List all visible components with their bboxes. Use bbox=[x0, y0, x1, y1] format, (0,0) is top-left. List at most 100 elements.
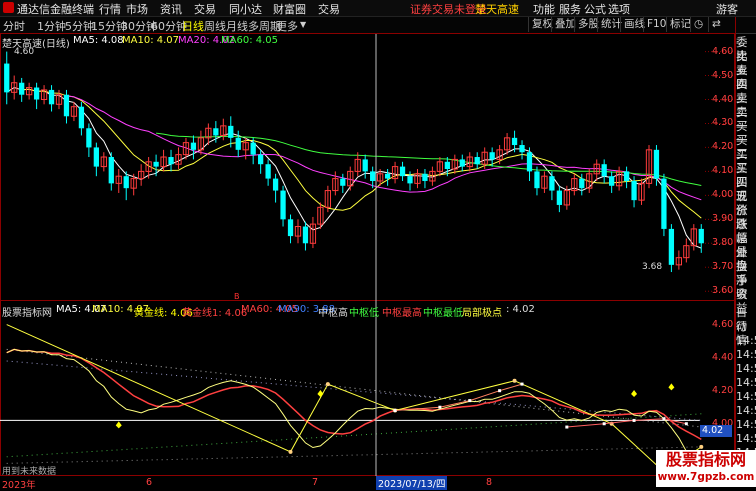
pivot-mark bbox=[438, 405, 442, 409]
candle-body bbox=[19, 82, 25, 95]
date-axis-month-6: 6 bbox=[146, 477, 153, 488]
candle-body bbox=[190, 142, 197, 150]
ticks-panel-label: 14:5 bbox=[736, 376, 756, 389]
ticks-panel-label: 14:5 bbox=[736, 418, 756, 431]
candle-body bbox=[668, 228, 675, 265]
candle-body bbox=[526, 152, 533, 172]
candle-body bbox=[4, 63, 10, 93]
ticks-panel-label: 14:5 bbox=[736, 362, 756, 375]
lower-current-tag: 4.02 bbox=[700, 425, 732, 437]
candle-body bbox=[265, 164, 271, 179]
candle-body bbox=[519, 145, 525, 153]
candle-body bbox=[168, 157, 174, 165]
candle-body bbox=[86, 128, 92, 148]
low-price-label: 3.68 bbox=[642, 262, 663, 272]
lower-legend-zs-min: 中枢最低 bbox=[423, 308, 463, 319]
candle-body bbox=[280, 190, 286, 220]
candle-body bbox=[153, 161, 159, 167]
candle-body bbox=[228, 125, 234, 138]
local-extreme-point bbox=[512, 378, 517, 383]
candle-body bbox=[407, 176, 413, 184]
future-data-note: 用到未来数据 bbox=[2, 467, 57, 477]
upper-axis-label: 4.00 bbox=[712, 189, 734, 201]
pivot-mark bbox=[602, 422, 606, 426]
date-axis-year: 2023年 bbox=[2, 480, 36, 491]
gold-line bbox=[6, 348, 702, 461]
pivot-mark bbox=[662, 417, 666, 421]
zs-mid-dots bbox=[6, 360, 702, 421]
upper-axis-label: 3.70 bbox=[712, 261, 734, 273]
candle-body bbox=[579, 178, 585, 189]
candle-body bbox=[623, 171, 630, 181]
lower-legend-value: : 4.02 bbox=[506, 304, 535, 315]
candle-body bbox=[235, 137, 241, 150]
candle-body bbox=[362, 159, 368, 172]
candle-body bbox=[340, 178, 346, 186]
candle-body bbox=[609, 176, 615, 186]
ticks-panel-label: 14:5 bbox=[736, 390, 756, 403]
candle-body bbox=[631, 180, 637, 201]
candle-body bbox=[123, 176, 129, 189]
candle-body bbox=[422, 173, 428, 181]
local-extreme-point bbox=[699, 444, 704, 449]
candle-body bbox=[661, 178, 667, 229]
legend-ma5: MA5: 4.08 bbox=[73, 35, 124, 46]
zs-max-line bbox=[395, 383, 523, 411]
candle-body bbox=[48, 89, 55, 105]
lower-legend-name: 股票指标网 bbox=[2, 308, 52, 319]
upper-axis-label: 4.10 bbox=[712, 165, 734, 177]
candle-body bbox=[653, 149, 660, 179]
local-extreme-point bbox=[288, 449, 293, 454]
candle-body bbox=[108, 157, 114, 184]
candle-body bbox=[459, 159, 465, 167]
candle-body bbox=[250, 142, 256, 155]
pivot-mark bbox=[632, 418, 636, 422]
lower-legend-zs-low: 中枢低 bbox=[349, 308, 379, 319]
candle-body bbox=[601, 164, 607, 177]
ticks-panel-label: 14:5 bbox=[736, 404, 756, 417]
watermark-url: www.7gpzb.com bbox=[657, 471, 755, 483]
upper-legend-name: 楚天高速(日线) bbox=[2, 39, 70, 50]
indicator-lines bbox=[0, 324, 704, 474]
pivot-mark bbox=[684, 422, 688, 426]
upper-axis-label: 4.60 bbox=[712, 45, 734, 57]
upper-axis-label: 4.20 bbox=[712, 141, 734, 153]
date-axis-month-8: 8 bbox=[486, 477, 493, 488]
zs-min-dots bbox=[6, 446, 702, 464]
ticks-panel-label: 14:5 bbox=[736, 432, 756, 445]
signal-star bbox=[631, 390, 638, 397]
local-extreme-point bbox=[325, 382, 330, 387]
candle-body bbox=[287, 219, 294, 237]
legend-ma60: MA60: 4.05 bbox=[221, 35, 279, 46]
candle-body bbox=[272, 178, 279, 191]
candle-body bbox=[549, 176, 555, 191]
candle-body bbox=[474, 157, 480, 165]
lower-axis-label: 4.20 bbox=[712, 384, 734, 396]
ticks-panel-label: 14:5 bbox=[736, 348, 756, 361]
lower-legend-gold1: 黄金线1: 4.06 bbox=[182, 308, 248, 319]
candlestick-series bbox=[4, 51, 704, 273]
chart-grid bbox=[0, 17, 736, 487]
kline-chart[interactable] bbox=[0, 0, 756, 487]
upper-axis-label: 3.80 bbox=[712, 237, 734, 249]
candle-body bbox=[33, 87, 40, 100]
candle-body bbox=[489, 152, 495, 160]
signal-star bbox=[668, 383, 675, 391]
candle-body bbox=[698, 228, 704, 244]
upper-axis-label: 3.60 bbox=[712, 285, 734, 297]
candle-body bbox=[63, 94, 70, 117]
candle-body bbox=[534, 171, 540, 189]
candle-body bbox=[370, 171, 376, 181]
pivot-mark bbox=[520, 382, 524, 386]
lower-legend-local: 局部极点 bbox=[462, 308, 502, 319]
date-axis-month-7: 7 bbox=[312, 477, 319, 488]
candle-body bbox=[258, 154, 264, 165]
candle-body bbox=[556, 190, 563, 205]
candle-body bbox=[302, 226, 309, 244]
ma20-line bbox=[66, 95, 702, 201]
candle-body bbox=[384, 173, 391, 179]
pivot-mark bbox=[498, 389, 502, 393]
ticks-panel-label: 14:5 bbox=[736, 334, 756, 347]
pivot-mark bbox=[565, 425, 569, 429]
pivot-mark bbox=[468, 399, 472, 403]
